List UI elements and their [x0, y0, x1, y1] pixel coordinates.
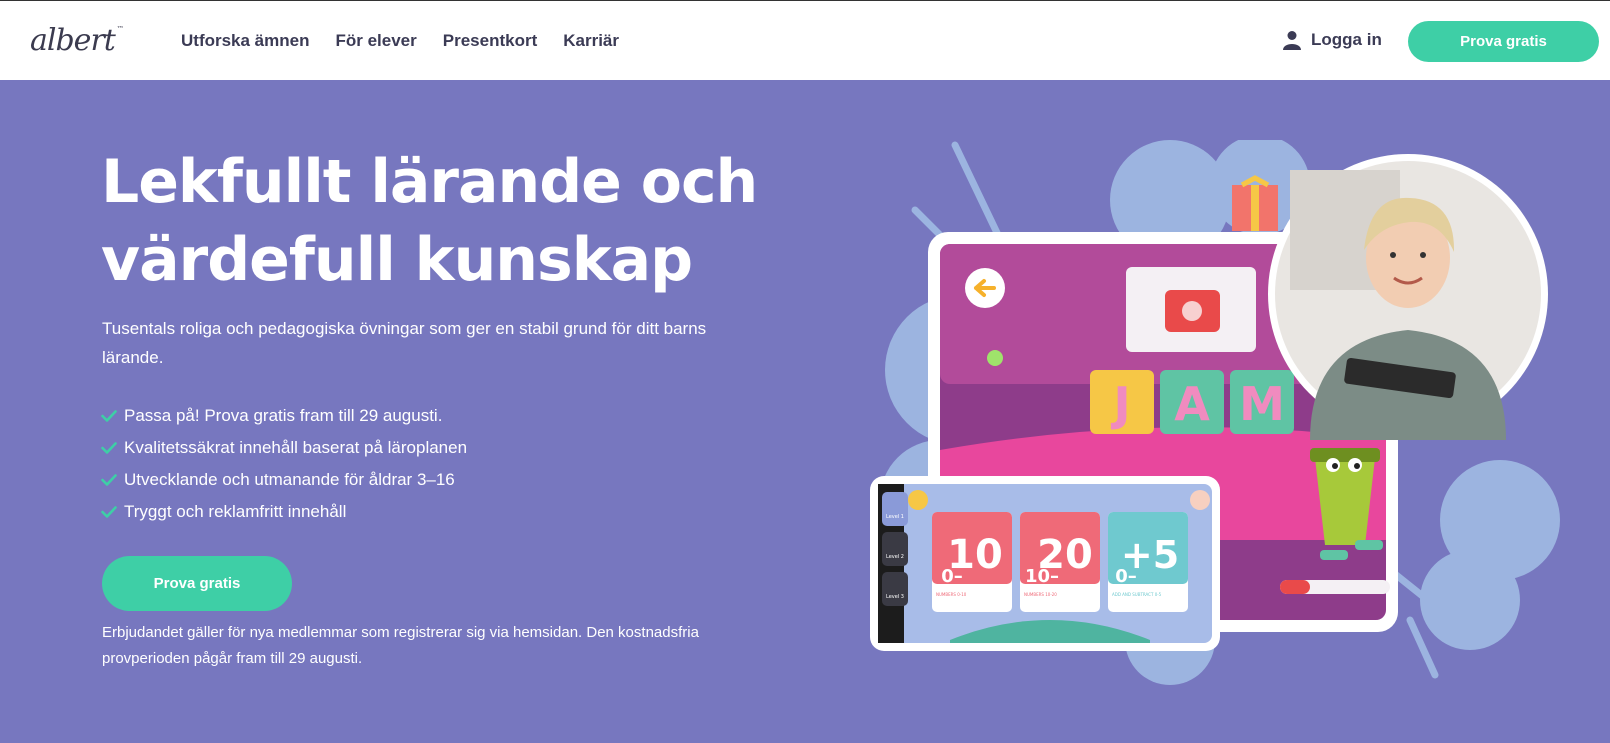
hero-title-line2: värdefull kunskap [101, 225, 693, 295]
nav-presentkort[interactable]: Presentkort [443, 31, 537, 51]
card-caption: ADD AND SUBTRACT 0-5 [1112, 592, 1162, 597]
tile-letter: M [1239, 377, 1285, 431]
feature-item: Tryggt och reklamfritt innehåll [101, 496, 467, 528]
login-label: Logga in [1311, 30, 1382, 49]
check-icon [101, 410, 117, 422]
card-number-small: 10– [1025, 566, 1059, 587]
nav-utforska-amnen[interactable]: Utforska ämnen [181, 31, 309, 51]
tile-letter: J [1110, 377, 1130, 431]
tile-letter: A [1174, 377, 1210, 431]
hero-title-line1: Lekfullt lärande och [101, 147, 758, 217]
feature-item: Passa på! Prova gratis fram till 29 augu… [101, 400, 467, 432]
nav-karriar[interactable]: Karriär [563, 31, 619, 51]
feature-text: Tryggt och reklamfritt innehåll [124, 502, 347, 521]
user-icon [1283, 31, 1301, 50]
word-tiles: J A M [1090, 370, 1294, 434]
feature-item: Kvalitetssäkrat innehåll baserat på läro… [101, 432, 467, 464]
lesson-card[interactable]: +5 0– ADD AND SUBTRACT 0-5 [1108, 512, 1188, 612]
main-nav: Utforska ämnen För elever Presentkort Ka… [181, 31, 619, 51]
small-tablet-mockup: Level 1 Level 2 Level 3 10 0– NUMBERS 0-… [870, 476, 1220, 651]
feature-list: Passa på! Prova gratis fram till 29 augu… [101, 400, 467, 528]
hero-title: Lekfullt lärande och värdefull kunskap [101, 143, 801, 299]
card-caption: NUMBERS 0-10 [936, 592, 967, 597]
hero-try-free-button[interactable]: Prova gratis [102, 556, 292, 611]
level-label: Level 3 [886, 594, 904, 600]
card-number-small: 0– [941, 566, 963, 587]
site-header: albert ™ Utforska ämnen För elever Prese… [0, 0, 1610, 80]
feature-item: Utvecklande och utmanande för åldrar 3–1… [101, 464, 467, 496]
feature-text: Passa på! Prova gratis fram till 29 augu… [124, 406, 443, 425]
header-try-free-button[interactable]: Prova gratis [1408, 21, 1599, 62]
check-icon [101, 506, 117, 518]
check-icon [101, 442, 117, 454]
feature-text: Utvecklande och utmanande för åldrar 3–1… [124, 470, 455, 489]
check-icon [101, 474, 117, 486]
lesson-card[interactable]: 20 10– NUMBERS 10-20 [1020, 512, 1100, 612]
logo-trademark: ™ [116, 25, 124, 33]
card-caption: NUMBERS 10-20 [1024, 592, 1057, 597]
feature-text: Kvalitetssäkrat innehåll baserat på läro… [124, 438, 468, 457]
gift-icon [1232, 175, 1278, 231]
hero-subtitle: Tusentals roliga och pedagogiska övninga… [102, 319, 707, 367]
nav-for-elever[interactable]: För elever [335, 31, 416, 51]
card-number-small: 0– [1115, 566, 1137, 587]
offer-disclaimer: Erbjudandet gäller för nya medlemmar som… [102, 624, 699, 667]
lesson-card[interactable]: 10 0– NUMBERS 0-10 [932, 512, 1012, 612]
logo-text: albert [30, 23, 116, 58]
level-label: Level 2 [886, 554, 904, 560]
level-label: Level 1 [886, 514, 904, 520]
login-link[interactable]: Logga in [1283, 30, 1382, 50]
hero-illustration: J A M Level 1 Level 2 Level 3 10 0– NUMB… [870, 140, 1560, 685]
albert-logo[interactable]: albert ™ [30, 23, 124, 58]
